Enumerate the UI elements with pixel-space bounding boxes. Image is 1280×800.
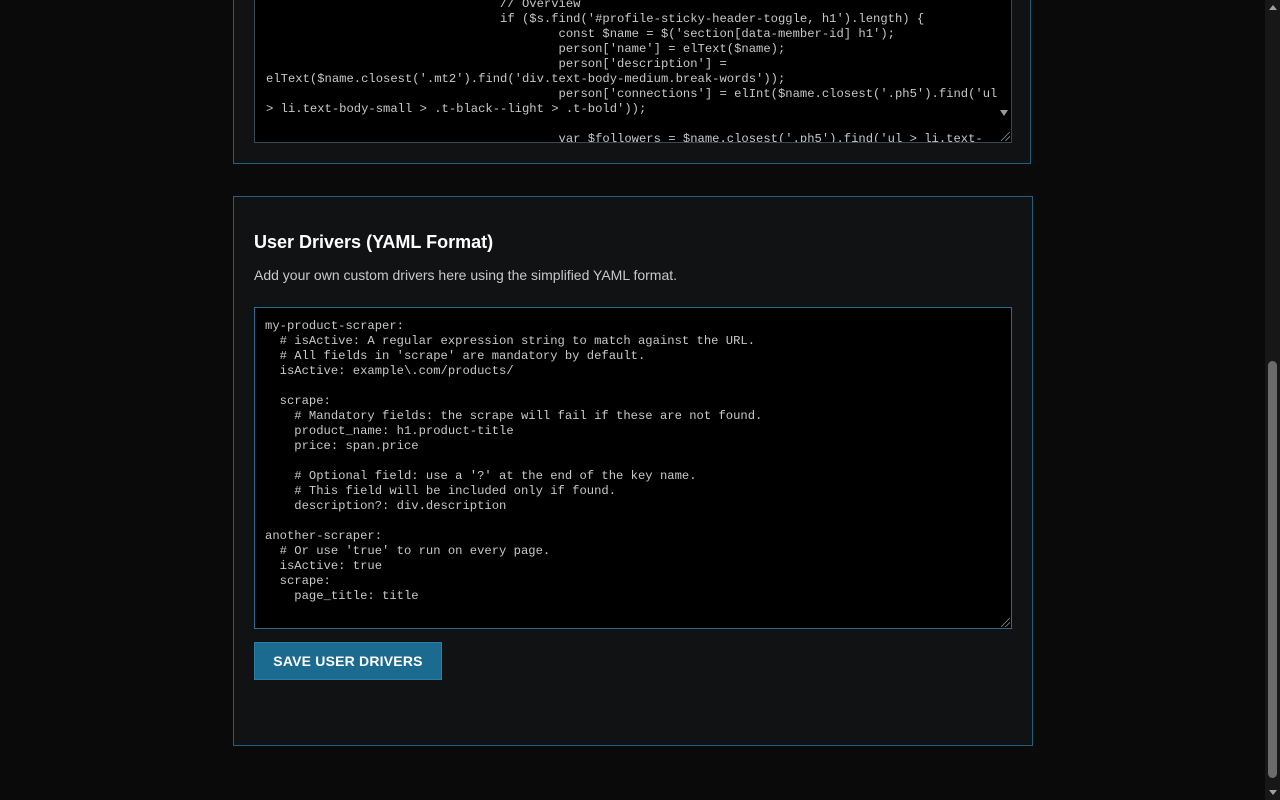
code-editor-scrollbar[interactable] [997, 0, 1011, 142]
save-user-drivers-button[interactable]: SAVE USER DRIVERS [254, 642, 442, 680]
scroll-up-arrow-icon[interactable] [1269, 5, 1277, 10]
user-drivers-yaml-editor[interactable]: my-product-scraper: # isActive: A regula… [254, 307, 1012, 629]
system-drivers-code: // Overview if ($s.find('#profile-sticky… [266, 0, 998, 143]
user-drivers-yaml: my-product-scraper: # isActive: A regula… [265, 319, 763, 603]
user-drivers-panel: User Drivers (YAML Format) Add your own … [233, 196, 1033, 746]
user-drivers-description: Add your own custom drivers here using t… [254, 267, 678, 283]
user-drivers-title: User Drivers (YAML Format) [254, 232, 494, 252]
resize-grip-icon[interactable] [1001, 618, 1010, 627]
system-drivers-code-editor[interactable]: // Overview if ($s.find('#profile-sticky… [254, 0, 1012, 143]
scrollbar-thumb[interactable] [1268, 361, 1277, 778]
resize-grip-icon[interactable] [1001, 132, 1010, 141]
scroll-down-arrow-icon[interactable] [1269, 790, 1277, 795]
page-viewport: // Overview if ($s.find('#profile-sticky… [0, 0, 1265, 800]
scroll-down-arrow-icon[interactable] [1000, 110, 1008, 116]
page-scrollbar[interactable] [1265, 0, 1280, 800]
system-drivers-panel: // Overview if ($s.find('#profile-sticky… [233, 0, 1031, 164]
